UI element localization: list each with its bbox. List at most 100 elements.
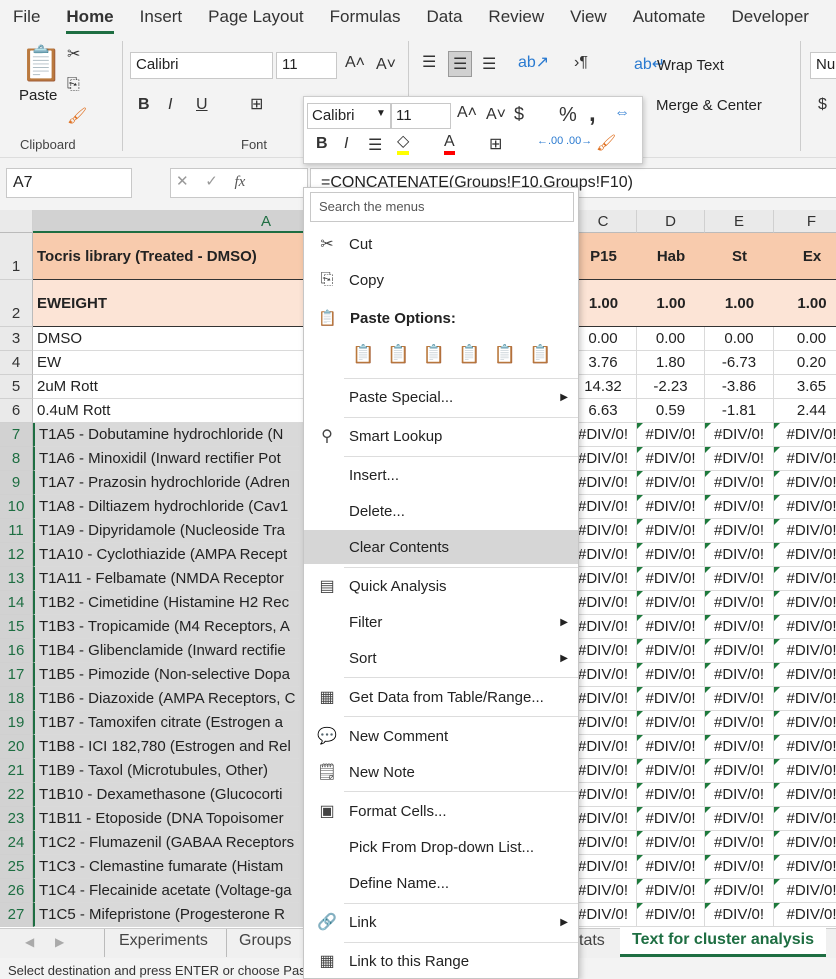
cell-value[interactable]: #DIV/0! (570, 735, 637, 759)
header-cell-f[interactable]: 1.00 (774, 280, 836, 327)
cell-value[interactable]: #DIV/0! (705, 903, 774, 927)
cell-value[interactable]: #DIV/0! (637, 855, 705, 879)
header-cell-f[interactable]: Ex (774, 233, 836, 280)
cell-value[interactable]: #DIV/0! (637, 423, 705, 447)
menu-item-link[interactable]: 🔗 Link ▶ (304, 905, 578, 939)
cell-value[interactable]: #DIV/0! (774, 471, 836, 495)
tab-view[interactable]: View (557, 0, 620, 36)
currency-icon[interactable]: $ (818, 96, 827, 114)
menu-item-new-comment[interactable]: 💬 New Comment (304, 719, 578, 753)
row-header[interactable]: 1 (0, 233, 33, 280)
cell-value[interactable]: #DIV/0! (570, 687, 637, 711)
cell-value[interactable]: #DIV/0! (705, 879, 774, 903)
header-cell-e[interactable]: St (705, 233, 774, 280)
align-middle-icon[interactable]: ☰ (448, 51, 473, 77)
font-size-select[interactable]: 11 (276, 52, 337, 79)
center-icon[interactable]: ☰ (368, 135, 382, 155)
decrease-font-icon[interactable]: A˅ (486, 106, 506, 124)
bold-icon[interactable]: B (138, 96, 150, 114)
underline-icon[interactable]: U (196, 96, 208, 114)
cell-value[interactable]: #DIV/0! (570, 711, 637, 735)
paste-icon[interactable]: 📋 (20, 44, 62, 84)
row-header[interactable]: 13 (0, 567, 33, 591)
cell-value[interactable]: #DIV/0! (637, 543, 705, 567)
cell-value[interactable]: #DIV/0! (570, 567, 637, 591)
cell-value[interactable]: -6.73 (705, 351, 774, 375)
cell-value[interactable]: #DIV/0! (637, 447, 705, 471)
borders-icon[interactable]: ⊞ (489, 134, 502, 154)
row-header[interactable]: 16 (0, 639, 33, 663)
cell-value[interactable]: #DIV/0! (774, 687, 836, 711)
cell-value[interactable]: #DIV/0! (705, 711, 774, 735)
cell-value[interactable]: 0.00 (705, 327, 774, 351)
increase-font-icon[interactable]: A˄ (345, 54, 365, 72)
column-header-c[interactable]: C (570, 210, 637, 233)
tab-file[interactable]: File (0, 0, 53, 36)
cell-value[interactable]: #DIV/0! (774, 567, 836, 591)
row-header[interactable]: 19 (0, 711, 33, 735)
cell-value[interactable]: #DIV/0! (570, 759, 637, 783)
paste-button[interactable]: Paste (19, 87, 57, 104)
cell-value[interactable]: #DIV/0! (774, 711, 836, 735)
sheet-tab-text-for-cluster-analysis[interactable]: Text for cluster analysis (620, 928, 826, 957)
menu-item-get-data-from-table-range[interactable]: ▦ Get Data from Table/Range... (304, 680, 578, 714)
cell-value[interactable]: #DIV/0! (774, 447, 836, 471)
cell-value[interactable]: #DIV/0! (637, 711, 705, 735)
wrap-text-button[interactable]: Wrap Text (657, 57, 724, 74)
align-top-icon[interactable]: ☰ (422, 52, 436, 72)
menu-item-delete[interactable]: Delete... (304, 494, 578, 528)
header-cell-c[interactable]: 1.00 (570, 280, 637, 327)
increase-font-icon[interactable]: A˄ (457, 104, 477, 122)
cell-value[interactable]: #DIV/0! (705, 591, 774, 615)
cell-value[interactable]: #DIV/0! (637, 615, 705, 639)
row-header[interactable]: 22 (0, 783, 33, 807)
name-box[interactable]: A7 (6, 168, 132, 198)
row-header[interactable]: 18 (0, 687, 33, 711)
cell-value[interactable]: #DIV/0! (705, 543, 774, 567)
cell-value[interactable]: #DIV/0! (570, 519, 637, 543)
menu-item-insert[interactable]: Insert... (304, 458, 578, 492)
cell-value[interactable]: #DIV/0! (637, 879, 705, 903)
header-cell-e[interactable]: 1.00 (705, 280, 774, 327)
enter-icon[interactable]: ✓ (205, 173, 218, 190)
row-header[interactable]: 11 (0, 519, 33, 543)
cell-value[interactable]: 0.00 (774, 327, 836, 351)
bold-icon[interactable]: B (316, 135, 328, 153)
tab-formulas[interactable]: Formulas (317, 0, 414, 36)
cell-value[interactable]: #DIV/0! (774, 639, 836, 663)
menu-item-new-note[interactable]: 🗒 New Note (304, 755, 578, 789)
row-header[interactable]: 10 (0, 495, 33, 519)
column-header-e[interactable]: E (705, 210, 774, 233)
cell-value[interactable]: -2.23 (637, 375, 705, 399)
cell-value[interactable]: #DIV/0! (637, 831, 705, 855)
cancel-icon[interactable]: ✕ (176, 173, 189, 190)
tab-page-layout[interactable]: Page Layout (195, 0, 316, 36)
cell-value[interactable]: #DIV/0! (570, 807, 637, 831)
cell-value[interactable]: #DIV/0! (637, 567, 705, 591)
copy-icon[interactable]: ⎘ (67, 76, 80, 94)
italic-icon[interactable]: I (168, 96, 172, 114)
cell-value[interactable]: #DIV/0! (637, 759, 705, 783)
row-header[interactable]: 4 (0, 351, 33, 375)
column-header-d[interactable]: D (637, 210, 705, 233)
cell-value[interactable]: #DIV/0! (637, 807, 705, 831)
menu-item-cut[interactable]: ✂ Cut (304, 227, 578, 261)
sheet-tab-experiments[interactable]: Experiments (104, 929, 222, 957)
cell-value[interactable]: #DIV/0! (570, 471, 637, 495)
cell-value[interactable]: #DIV/0! (705, 735, 774, 759)
row-header[interactable]: 8 (0, 447, 33, 471)
cell-value[interactable]: #DIV/0! (705, 855, 774, 879)
cell-value[interactable]: #DIV/0! (570, 447, 637, 471)
comma-style-icon[interactable]: , (589, 100, 596, 128)
orientation-icon[interactable]: ab↗ (518, 52, 549, 72)
cell-value[interactable]: 0.20 (774, 351, 836, 375)
scissors-icon[interactable]: ✂ (67, 44, 80, 64)
increase-decimal-icon[interactable]: ←.00 (537, 135, 563, 147)
sheet-tab-groups[interactable]: Groups (226, 929, 303, 957)
menu-item-clear-contents[interactable]: Clear Contents (304, 530, 578, 564)
cell-value[interactable]: #DIV/0! (637, 471, 705, 495)
cell-value[interactable]: #DIV/0! (774, 495, 836, 519)
cell-value[interactable]: #DIV/0! (637, 663, 705, 687)
cell-value[interactable]: #DIV/0! (774, 423, 836, 447)
scroll-tabs-left-icon[interactable]: ◀ (25, 935, 34, 949)
